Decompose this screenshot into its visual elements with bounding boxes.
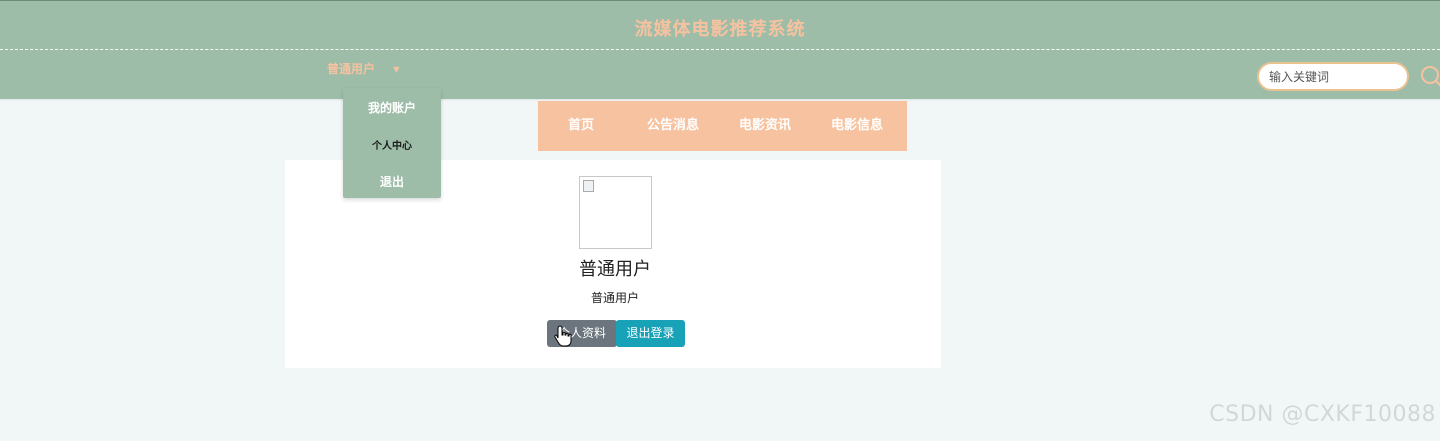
search-input[interactable] bbox=[1257, 62, 1409, 91]
dropdown-item-personal-center[interactable]: 个人中心 bbox=[343, 137, 441, 152]
main-nav: 首页 公告消息 电影资讯 电影信息 bbox=[538, 101, 907, 151]
dropdown-item-my-account[interactable]: 我的账户 bbox=[343, 99, 441, 116]
user-menu-toggle[interactable]: 普通用户 ▼ bbox=[327, 60, 399, 77]
profile-name: 普通用户 bbox=[579, 259, 651, 280]
watermark: CSDN @CXKF10088 bbox=[1209, 402, 1436, 427]
nav-item-announcements[interactable]: 公告消息 bbox=[630, 101, 716, 151]
top-header: 流媒体电影推荐系统 普通用户 ▼ bbox=[0, 0, 1440, 99]
dropdown-item-logout[interactable]: 退出 bbox=[343, 173, 441, 190]
header-divider bbox=[0, 49, 1440, 50]
user-menu-label: 普通用户 bbox=[327, 62, 376, 76]
profile-role: 普通用户 bbox=[590, 291, 639, 305]
avatar bbox=[579, 176, 652, 249]
nav-item-home[interactable]: 首页 bbox=[538, 101, 624, 151]
logout-button[interactable]: 退出登录 bbox=[616, 320, 685, 347]
nav-item-movie-info[interactable]: 电影信息 bbox=[814, 101, 900, 151]
caret-down-icon: ▼ bbox=[393, 65, 400, 74]
search-icon[interactable] bbox=[1420, 65, 1440, 89]
profile-button[interactable]: 个人资料 bbox=[547, 320, 617, 347]
broken-image-icon bbox=[583, 180, 594, 192]
site-title: 流媒体电影推荐系统 bbox=[634, 19, 806, 40]
nav-item-movie-news[interactable]: 电影资讯 bbox=[722, 101, 808, 151]
user-dropdown-menu: 我的账户 个人中心 退出 bbox=[343, 88, 441, 198]
